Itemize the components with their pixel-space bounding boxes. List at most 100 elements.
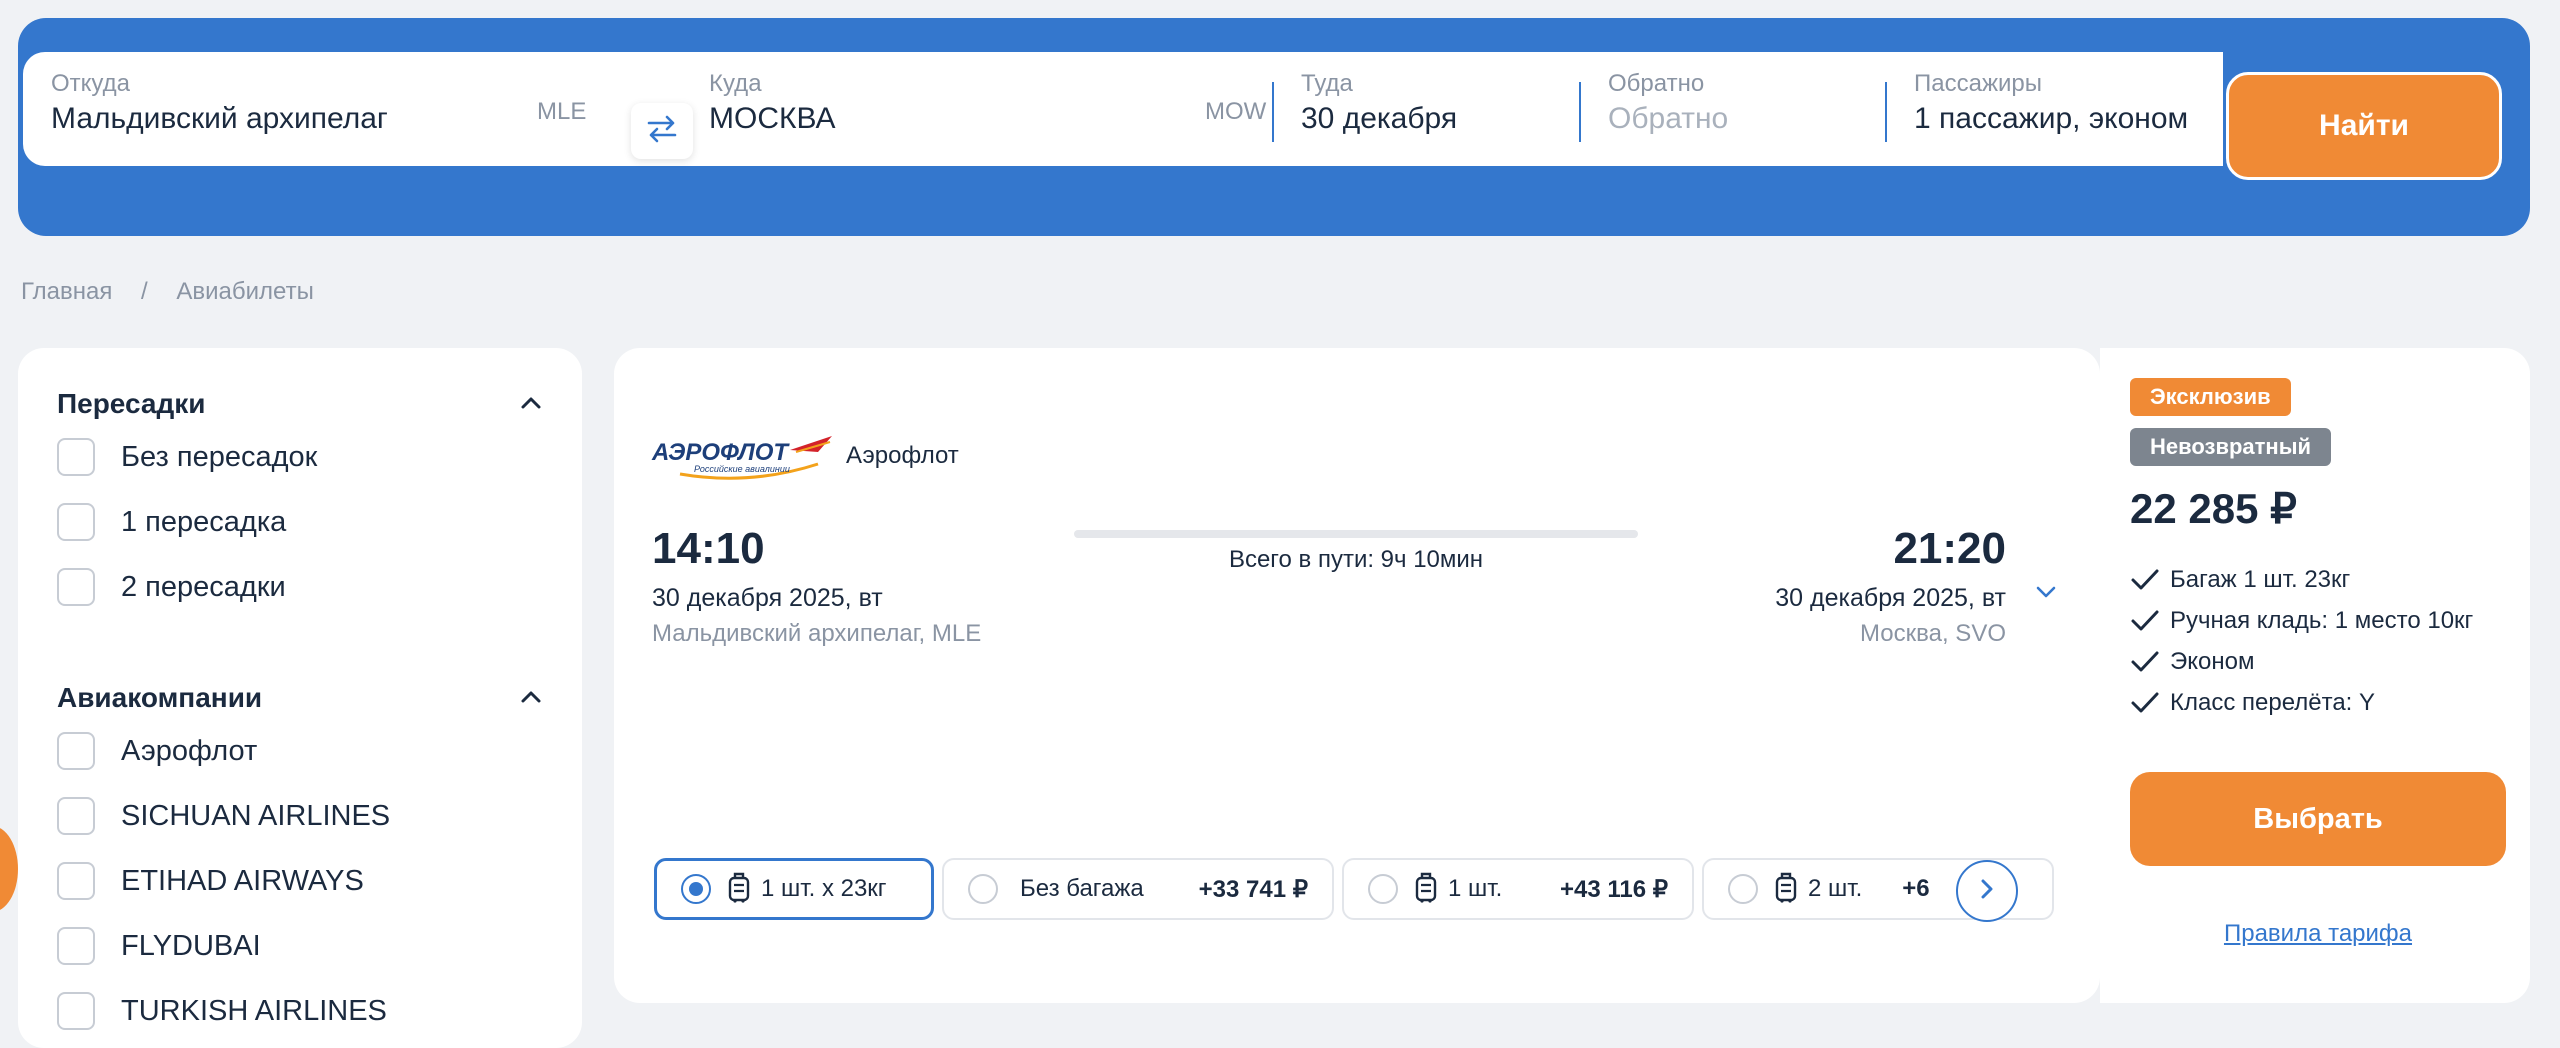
arrive-date: 30 декабря 2025, вт (1775, 584, 2006, 612)
checkbox[interactable] (57, 568, 95, 606)
radio-button[interactable] (1368, 874, 1398, 904)
breadcrumb-home[interactable]: Главная (21, 278, 112, 305)
fare-feature: Багаж 1 шт. 23кг (2130, 566, 2350, 594)
checkbox[interactable] (57, 927, 95, 965)
to-value: МОСКВА (709, 102, 836, 135)
airline-name: Аэрофлот (846, 442, 959, 469)
baggage-price: +33 741 ₽ (1198, 875, 1308, 903)
route-line (1074, 530, 1638, 538)
check-icon (2131, 610, 2159, 631)
search-form: Откуда Мальдивский архипелаг MLE Куда МО… (23, 52, 2223, 166)
chevron-up-icon[interactable] (518, 684, 544, 715)
checkbox[interactable] (57, 503, 95, 541)
offer-card: Эксклюзив Невозвратный 22 285 ₽ Багаж 1 … (2100, 348, 2530, 1003)
airlines-title[interactable]: Авиакомпании (57, 682, 262, 714)
fare-rules-link[interactable]: Правила тарифа (2130, 920, 2506, 948)
baggage-option[interactable]: 1 шт. x 23кг (654, 858, 934, 920)
nonrefundable-badge: Невозвратный (2130, 428, 2332, 466)
find-button[interactable]: Найти (2226, 72, 2502, 180)
filters-panel: Пересадки Без пересадок 1 пересадка 2 пе… (18, 348, 582, 1048)
fare-feature-text: Ручная кладь: 1 место 10кг (2170, 607, 2474, 634)
fare-feature-text: Класс перелёта: Y (2170, 689, 2376, 716)
from-value: Мальдивский архипелаг (51, 102, 388, 135)
baggage-price: +6 (1902, 875, 1930, 902)
select-button[interactable]: Выбрать (2130, 772, 2506, 866)
from-label: Откуда (51, 70, 130, 97)
depart-date: 30 декабря 2025, вт (652, 584, 883, 612)
transfers-title[interactable]: Пересадки (57, 388, 206, 420)
depart-place: Мальдивский архипелаг, MLE (652, 620, 982, 647)
logo-subtext: Российские авиалинии (694, 464, 790, 474)
to-label: Куда (709, 70, 762, 97)
suitcase-icon (1414, 871, 1438, 908)
checkbox[interactable] (57, 797, 95, 835)
baggage-options: 1 шт. x 23кг Без багажа +33 741 ₽ 1 шт. … (654, 858, 2054, 924)
filter-label: FLYDUBAI (121, 929, 261, 962)
radio-button[interactable] (1728, 874, 1758, 904)
checkbox[interactable] (57, 992, 95, 1030)
arrive-place: Москва, SVO (1860, 620, 2006, 647)
chevron-down-icon[interactable] (2032, 578, 2060, 611)
passengers-field[interactable]: Пассажиры 1 пассажир, эконом (1886, 52, 2221, 166)
chevron-right-icon (1974, 876, 2000, 907)
filter-airline[interactable]: ETIHAD AIRWAYS (57, 861, 364, 901)
filter-label: 2 пересадки (121, 570, 286, 603)
filter-label: ETIHAD AIRWAYS (121, 864, 364, 897)
filter-airline[interactable]: TURKISH AIRLINES (57, 991, 387, 1031)
chevron-up-icon[interactable] (518, 390, 544, 421)
return-label: Обратно (1608, 70, 1705, 97)
from-field[interactable]: Откуда Мальдивский архипелаг MLE (23, 52, 603, 166)
return-date-field[interactable]: Обратно Обратно (1580, 52, 1885, 166)
depart-date-field[interactable]: Туда 30 декабря (1273, 52, 1578, 166)
baggage-label: 1 шт. x 23кг (761, 875, 887, 902)
checkbox[interactable] (57, 438, 95, 476)
breadcrumb-current: Авиабилеты (176, 278, 314, 305)
radio-button[interactable] (681, 874, 711, 904)
floating-action-button[interactable] (0, 826, 18, 912)
depart-value: 30 декабря (1301, 102, 1458, 135)
aeroflot-logo: АЭРОФЛОТ Российские авиалинии (650, 430, 836, 491)
check-icon (2131, 651, 2159, 672)
baggage-option[interactable]: Без багажа +33 741 ₽ (942, 858, 1334, 920)
check-icon (2131, 692, 2159, 713)
radio-button[interactable] (968, 874, 998, 904)
fare-feature: Ручная кладь: 1 место 10кг (2130, 607, 2473, 635)
fare-feature-text: Багаж 1 шт. 23кг (2170, 566, 2351, 593)
exclusive-badge: Эксклюзив (2130, 378, 2291, 416)
filter-label: Аэрофлот (121, 734, 258, 767)
baggage-label: 1 шт. (1448, 875, 1503, 902)
breadcrumb: Главная / Авиабилеты (21, 278, 336, 306)
baggage-option[interactable]: 1 шт. +43 116 ₽ (1342, 858, 1694, 920)
filter-one-transfer[interactable]: 1 пересадка (57, 502, 286, 542)
check-icon (2131, 569, 2159, 590)
filter-two-transfers[interactable]: 2 пересадки (57, 567, 286, 607)
to-field[interactable]: Куда МОСКВА MOW (681, 52, 1281, 166)
depart-time: 14:10 (652, 524, 765, 573)
checkbox[interactable] (57, 732, 95, 770)
flight-duration: Всего в пути: 9ч 10мин (1228, 546, 1484, 573)
ticket-price: 22 285 ₽ (2130, 485, 2297, 532)
flight-card: АЭРОФЛОТ Российские авиалинии Аэрофлот 1… (614, 348, 2100, 1003)
baggage-label: 2 шт. (1808, 875, 1863, 902)
baggage-label: Без багажа (1020, 875, 1144, 902)
fare-feature-text: Эконом (2170, 648, 2255, 675)
filter-airline[interactable]: SICHUAN AIRLINES (57, 796, 390, 836)
scroll-next-button[interactable] (1956, 860, 2018, 922)
logo-text: АЭРОФЛОТ (651, 439, 790, 466)
checkbox[interactable] (57, 862, 95, 900)
to-code: MOW (1205, 98, 1267, 125)
passengers-label: Пассажиры (1914, 70, 2043, 97)
depart-label: Туда (1301, 70, 1353, 97)
arrive-time: 21:20 (1893, 524, 2006, 573)
from-code: MLE (537, 98, 587, 125)
filter-no-transfers[interactable]: Без пересадок (57, 437, 317, 477)
fare-feature: Эконом (2130, 648, 2254, 676)
filter-label: TURKISH AIRLINES (121, 994, 387, 1027)
filter-label: Без пересадок (121, 440, 318, 473)
baggage-price: +43 116 ₽ (1559, 875, 1668, 903)
return-placeholder: Обратно (1608, 102, 1729, 135)
filter-airline[interactable]: Аэрофлот (57, 731, 257, 771)
breadcrumb-separator: / (141, 278, 148, 305)
swap-arrows-icon (645, 114, 679, 149)
filter-airline[interactable]: FLYDUBAI (57, 926, 261, 966)
